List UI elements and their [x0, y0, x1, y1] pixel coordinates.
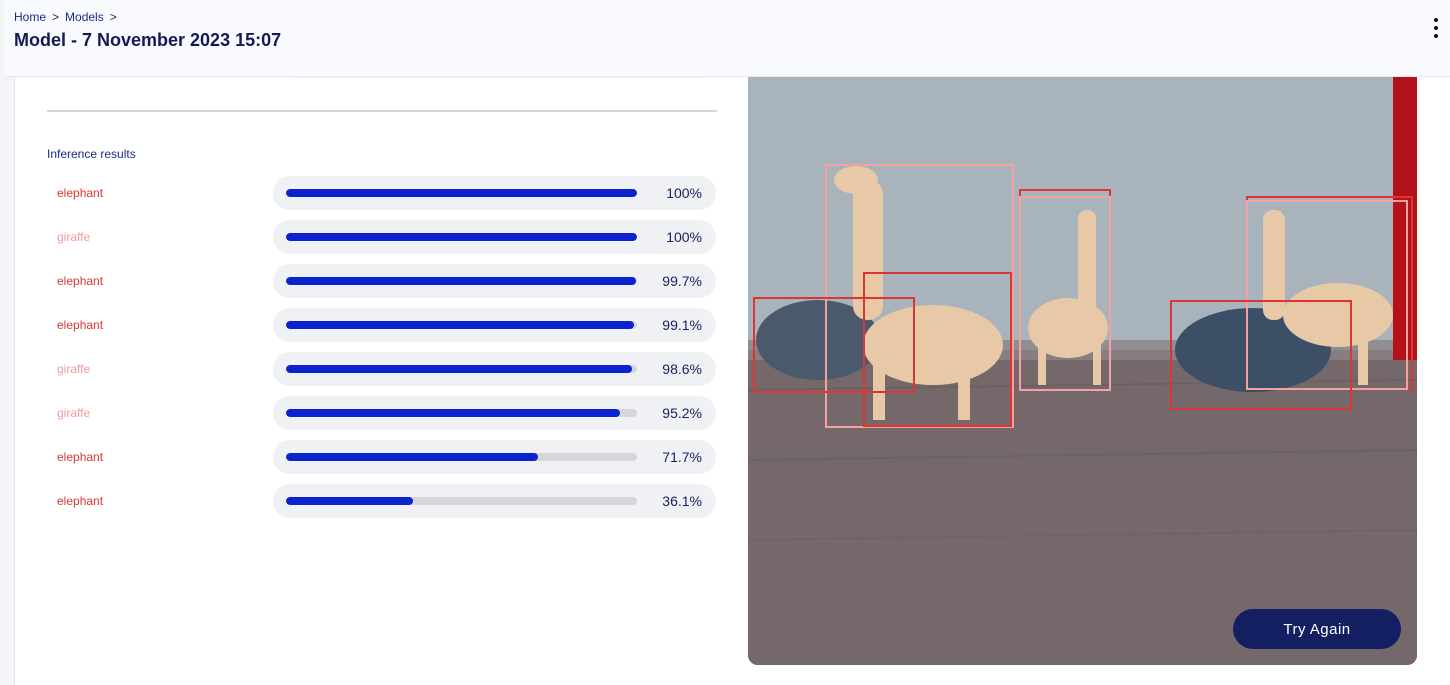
confidence-pill: 100% [273, 220, 716, 254]
result-label: elephant [57, 274, 104, 288]
result-label: giraffe [57, 230, 91, 244]
result-row: giraffe 98.6% [47, 350, 717, 394]
confidence-percent: 100% [666, 229, 702, 245]
confidence-percent: 100% [666, 185, 702, 201]
confidence-bar-fill [286, 277, 636, 285]
confidence-percent: 95.2% [662, 405, 702, 421]
divider [47, 110, 717, 112]
confidence-pill: 99.7% [273, 264, 716, 298]
result-label: elephant [57, 450, 104, 464]
confidence-pill: 100% [273, 176, 716, 210]
result-label: elephant [57, 186, 104, 200]
confidence-bar-fill [286, 189, 637, 197]
breadcrumb-separator: > [109, 10, 117, 24]
result-row: elephant 99.1% [47, 306, 717, 350]
result-label: elephant [57, 494, 104, 508]
confidence-bar-fill [286, 321, 634, 329]
inference-image [748, 60, 1417, 665]
confidence-bar [286, 409, 637, 417]
more-options-icon[interactable] [1430, 18, 1442, 38]
confidence-pill: 98.6% [273, 352, 716, 386]
breadcrumb-home-link[interactable]: Home [14, 10, 46, 24]
breadcrumb-models-link[interactable]: Models [65, 10, 104, 24]
confidence-percent: 71.7% [662, 449, 702, 465]
confidence-bar-fill [286, 233, 637, 241]
result-row: giraffe 95.2% [47, 394, 717, 438]
result-label: elephant [57, 318, 104, 332]
confidence-percent: 36.1% [662, 493, 702, 509]
confidence-bar-fill [286, 453, 538, 461]
breadcrumb-separator: > [52, 10, 60, 24]
scene-illustration [748, 60, 1417, 665]
confidence-percent: 99.7% [662, 273, 702, 289]
confidence-percent: 98.6% [662, 361, 702, 377]
page-title: Model - 7 November 2023 15:07 [14, 30, 282, 50]
result-label: giraffe [57, 406, 91, 420]
confidence-bar [286, 497, 637, 505]
confidence-bar [286, 321, 637, 329]
result-row: giraffe 100% [47, 218, 717, 262]
confidence-percent: 99.1% [662, 317, 702, 333]
result-row: elephant 36.1% [47, 482, 717, 526]
confidence-bar [286, 233, 637, 241]
confidence-bar [286, 453, 637, 461]
confidence-bar [286, 277, 637, 285]
inference-results-list: elephant 100% giraffe 100% elephant 99.7% elep… [47, 174, 717, 526]
confidence-pill: 95.2% [273, 396, 716, 430]
page-header: Home > Models > Model - 7 November 2023 … [4, 0, 1450, 77]
try-again-button[interactable]: Try Again [1233, 609, 1401, 649]
result-label: giraffe [57, 362, 91, 376]
inference-results-title: Inference results [47, 147, 136, 161]
confidence-pill: 71.7% [273, 440, 716, 474]
confidence-pill: 36.1% [273, 484, 716, 518]
result-row: elephant 99.7% [47, 262, 717, 306]
result-row: elephant 71.7% [47, 438, 717, 482]
result-row: elephant 100% [47, 174, 717, 218]
confidence-bar-fill [286, 497, 413, 505]
confidence-bar-fill [286, 365, 633, 373]
breadcrumb: Home > Models > [14, 10, 117, 24]
confidence-bar [286, 189, 637, 197]
confidence-bar-fill [286, 409, 621, 417]
confidence-bar [286, 365, 637, 373]
confidence-pill: 99.1% [273, 308, 716, 342]
